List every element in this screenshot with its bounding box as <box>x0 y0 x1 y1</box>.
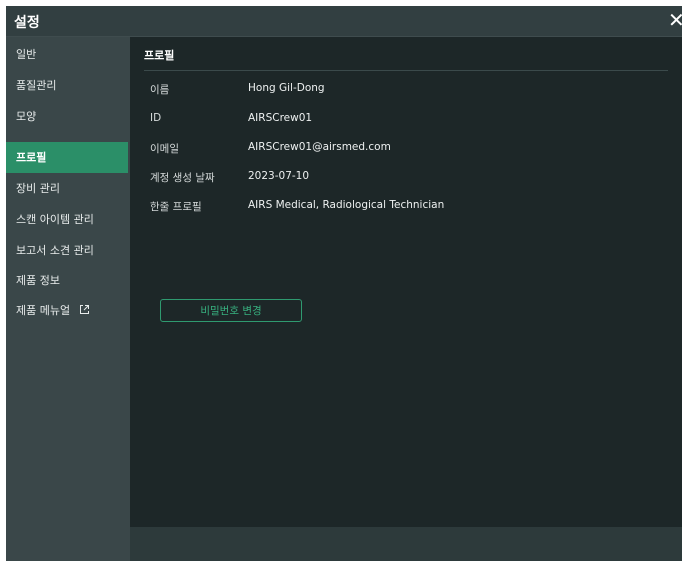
sidebar-item-label: 제품 정보 <box>16 274 60 287</box>
name-value: Hong Gil-Dong <box>248 82 325 94</box>
sidebar-item-product-info[interactable]: 제품 정보 <box>6 265 128 296</box>
one-line-profile-value: AIRS Medical, Radiological Technician <box>248 199 445 211</box>
sidebar-item-quality-control[interactable]: 품질관리 <box>6 70 128 101</box>
email-value: AIRSCrew01@airsmed.com <box>248 141 391 153</box>
external-link-icon <box>79 296 90 327</box>
sidebar-item-appearance[interactable]: 모양 <box>6 101 128 132</box>
sidebar-item-label: 품질관리 <box>16 79 57 92</box>
name-label: 이름 <box>150 84 170 96</box>
change-password-button[interactable]: 비밀번호 변경 <box>160 299 302 322</box>
id-value: AIRSCrew01 <box>248 112 313 124</box>
section-divider <box>144 70 668 71</box>
sidebar-item-scan-item-management[interactable]: 스캔 아이템 관리 <box>6 204 128 235</box>
dialog-titlebar: 설정 ✕ <box>6 6 682 37</box>
sidebar-item-general[interactable]: 일반 <box>6 39 128 70</box>
sidebar-item-label: 장비 관리 <box>16 182 60 195</box>
sidebar-item-product-manual[interactable]: 제품 메뉴얼 <box>6 295 128 326</box>
sidebar-item-report-findings-management[interactable]: 보고서 소견 관리 <box>6 235 128 266</box>
account-created-date-value: 2023-07-10 <box>248 170 310 182</box>
id-label: ID <box>150 112 162 124</box>
settings-dialog: 설정 ✕ 일반 품질관리 모양 프로필 장비 관리 스캔 아이템 관리 보고서 … <box>6 6 682 561</box>
sidebar-item-label: 스캔 아이템 관리 <box>16 213 94 226</box>
sidebar-item-label: 모양 <box>16 110 37 123</box>
sidebar-item-label: 보고서 소견 관리 <box>16 244 94 257</box>
one-line-profile-label: 한줄 프로필 <box>150 201 202 213</box>
sidebar-item-device-management[interactable]: 장비 관리 <box>6 173 128 204</box>
dialog-title: 설정 <box>14 15 40 31</box>
close-icon[interactable]: ✕ <box>668 8 682 32</box>
sidebar-item-label: 일반 <box>16 48 37 61</box>
account-created-date-label: 계정 생성 날짜 <box>150 172 215 184</box>
sidebar-item-label: 제품 메뉴얼 <box>16 304 71 317</box>
email-label: 이메일 <box>150 143 179 155</box>
sidebar-item-profile[interactable]: 프로필 <box>6 142 128 173</box>
settings-sidebar: 일반 품질관리 모양 프로필 장비 관리 스캔 아이템 관리 보고서 소견 관리… <box>6 37 130 561</box>
profile-panel: 프로필 이름 Hong Gil-Dong ID AIRSCrew01 이메일 A… <box>130 37 682 527</box>
sidebar-item-label: 프로필 <box>16 151 47 164</box>
section-title: 프로필 <box>144 49 175 62</box>
